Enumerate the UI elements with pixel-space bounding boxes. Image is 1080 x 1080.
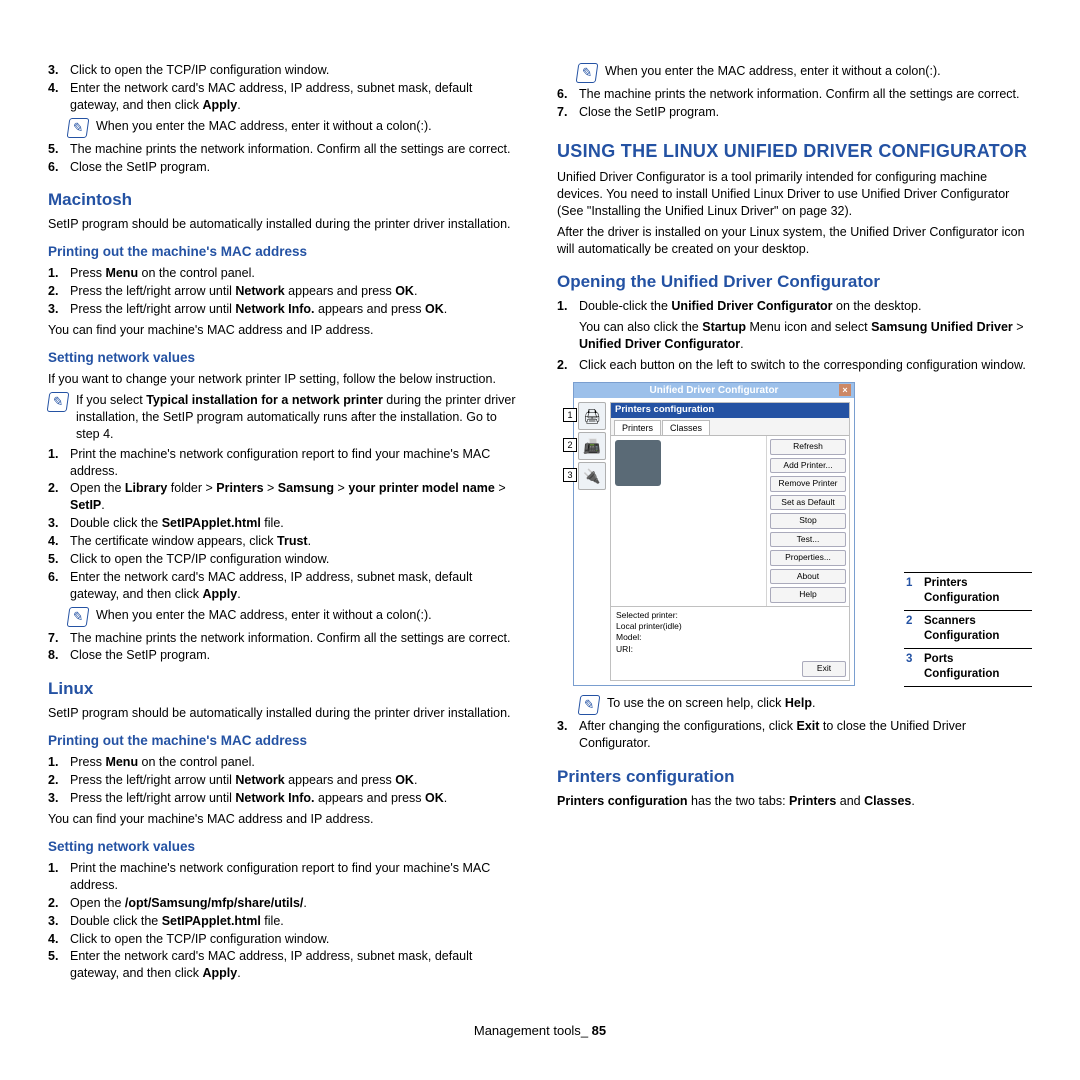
list-item: 2.Press the left/right arrow until Netwo… [48, 283, 523, 300]
configurator-window: Unified Driver Configurator × 🖨1 📠2 🔌3 Pr… [573, 382, 855, 686]
figure-legend: 1Printers Configuration2Scanners Configu… [904, 572, 1032, 687]
panel-header: Printers configuration [611, 403, 849, 418]
list-item: 1.Press Menu on the control panel. [48, 265, 523, 282]
left-column: 3.Click to open the TCP/IP configuration… [48, 60, 523, 1006]
note-icon: ✎ [67, 118, 90, 138]
dialog-button[interactable]: Add Printer... [770, 458, 846, 473]
list-item: 3.Double click the SetIPApplet.html file… [48, 515, 523, 532]
note-text: When you enter the MAC address, enter it… [96, 607, 432, 627]
window-titlebar[interactable]: Unified Driver Configurator × [574, 383, 854, 399]
sidebar-btn-printers[interactable]: 🖨1 [578, 402, 606, 430]
list-item: 2.Open the Library folder > Printers > S… [48, 480, 523, 514]
open-subtext: You can also click the Startup Menu icon… [579, 319, 1032, 353]
list-item: 2.Open the /opt/Samsung/mfp/share/utils/… [48, 895, 523, 912]
page-number: 85 [592, 1023, 606, 1038]
list-item: 1.Print the machine's network configurat… [48, 860, 523, 894]
list-item: 7.Close the SetIP program. [557, 104, 1032, 121]
dialog-button[interactable]: Help [770, 587, 846, 602]
list-item: 7.The machine prints the network informa… [48, 630, 523, 647]
heading-linux: Linux [48, 678, 523, 701]
sidebar-btn-ports[interactable]: 🔌3 [578, 462, 606, 490]
footer-section: Management tools [474, 1023, 581, 1038]
selected-line: URI: [616, 644, 844, 655]
page-footer: Management tools_ 85 [48, 1006, 1032, 1040]
heading-opening-uldc: Opening the Unified Driver Configurator [557, 271, 1032, 294]
dialog-button[interactable]: About [770, 569, 846, 584]
list-item: 5.Click to open the TCP/IP configuration… [48, 551, 523, 568]
selected-printer-box: Selected printer: Local printer(idle) Mo… [611, 606, 849, 659]
list-item: 8.Close the SetIP program. [48, 647, 523, 664]
tab-printers[interactable]: Printers [614, 420, 661, 435]
window-title: Unified Driver Configurator [650, 385, 779, 396]
dialog-button[interactable]: Stop [770, 513, 846, 528]
sidebar-switcher: 🖨1 📠2 🔌3 [578, 402, 606, 681]
list-item: 3.Double click the SetIPApplet.html file… [48, 913, 523, 930]
heading-linux-print: Printing out the machine's MAC address [48, 732, 523, 750]
note-icon: ✎ [67, 607, 90, 627]
selected-label: Selected printer: [616, 610, 844, 621]
list-item: 6.Enter the network card's MAC address, … [48, 569, 523, 603]
list-item: 4.Enter the network card's MAC address, … [48, 80, 523, 114]
right-column: ✎ When you enter the MAC address, enter i… [557, 60, 1032, 1006]
mac-print-after: You can find your machine's MAC address … [48, 322, 523, 339]
list-item: 6.The machine prints the network informa… [557, 86, 1032, 103]
callout-1: 1 [563, 408, 577, 422]
printer-list[interactable] [611, 436, 767, 605]
note-text: When you enter the MAC address, enter it… [605, 63, 941, 83]
configurator-figure: Unified Driver Configurator × 🖨1 📠2 🔌3 Pr… [557, 382, 1032, 687]
linux-print-after: You can find your machine's MAC address … [48, 811, 523, 828]
exit-button[interactable]: Exit [802, 661, 846, 676]
list-item: 3.After changing the configurations, cli… [557, 718, 1032, 752]
top-steps: 3.Click to open the TCP/IP configuration… [48, 62, 523, 114]
dialog-button[interactable]: Properties... [770, 550, 846, 565]
note-text: If you select Typical installation for a… [76, 392, 523, 443]
mac-intro: SetIP program should be automatically in… [48, 216, 523, 233]
dialog-button[interactable]: Test... [770, 532, 846, 547]
note-text: To use the on screen help, click Help. [607, 695, 815, 715]
mac-set-intro: If you want to change your network print… [48, 371, 523, 388]
heading-uldc: USING THE LINUX UNIFIED DRIVER CONFIGURA… [557, 139, 1032, 163]
printers-config-text: Printers configuration has the two tabs:… [557, 793, 1032, 810]
printer-icon [615, 440, 661, 486]
uldc-p1: Unified Driver Configurator is a tool pr… [557, 169, 1032, 220]
sidebar-btn-scanners[interactable]: 📠2 [578, 432, 606, 460]
heading-mac-set: Setting network values [48, 349, 523, 367]
callout-2: 2 [563, 438, 577, 452]
heading-printers-config: Printers configuration [557, 766, 1032, 789]
heading-linux-set: Setting network values [48, 838, 523, 856]
list-item: 4.The certificate window appears, click … [48, 533, 523, 550]
tab-bar: Printers Classes [611, 418, 849, 435]
dialog-button[interactable]: Refresh [770, 439, 846, 454]
dialog-button[interactable]: Set as Default [770, 495, 846, 510]
list-item: 1.Print the machine's network configurat… [48, 446, 523, 480]
list-item: 1.Double-click the Unified Driver Config… [557, 298, 1032, 315]
close-icon[interactable]: × [839, 384, 851, 396]
dialog-button[interactable]: Remove Printer [770, 476, 846, 491]
note-icon: ✎ [47, 392, 70, 412]
list-item: 3.Click to open the TCP/IP configuration… [48, 62, 523, 79]
note-icon: ✎ [576, 63, 599, 83]
uldc-p2: After the driver is installed on your Li… [557, 224, 1032, 258]
heading-macintosh: Macintosh [48, 189, 523, 212]
list-item: 2.Press the left/right arrow until Netwo… [48, 772, 523, 789]
list-item: 5.Enter the network card's MAC address, … [48, 948, 523, 982]
note-icon: ✎ [578, 695, 601, 715]
list-item: 3.Press the left/right arrow until Netwo… [48, 790, 523, 807]
list-item: 2.Click each button on the left to switc… [557, 357, 1032, 374]
list-item: 3.Press the left/right arrow until Netwo… [48, 301, 523, 318]
heading-mac-print: Printing out the machine's MAC address [48, 243, 523, 261]
linux-intro: SetIP program should be automatically in… [48, 705, 523, 722]
selected-line: Local printer(idle) [616, 621, 844, 632]
note-text: When you enter the MAC address, enter it… [96, 118, 432, 138]
selected-line: Model: [616, 632, 844, 643]
list-item: 1.Press Menu on the control panel. [48, 754, 523, 771]
list-item: 5.The machine prints the network informa… [48, 141, 523, 158]
tab-classes[interactable]: Classes [662, 420, 710, 435]
list-item: 6.Close the SetIP program. [48, 159, 523, 176]
list-item: 4.Click to open the TCP/IP configuration… [48, 931, 523, 948]
callout-3: 3 [563, 468, 577, 482]
